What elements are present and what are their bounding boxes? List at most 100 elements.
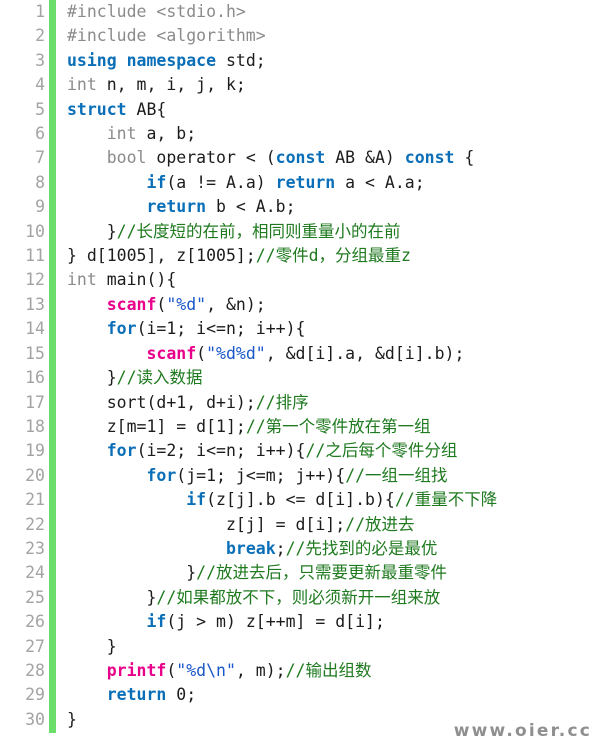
token-cmt: //如果都放不下，则必须新开一组来放 bbox=[156, 587, 441, 607]
line-content[interactable]: bool operator < (const AB &A) const { bbox=[56, 146, 604, 170]
line-content[interactable]: for(j=1; j<=m; j++){//一组一组找 bbox=[56, 464, 604, 488]
code-line: 1 #include <stdio.h> bbox=[0, 0, 604, 26]
token-plain: } bbox=[67, 709, 77, 729]
token-plain: ; bbox=[275, 538, 286, 558]
line-content[interactable]: #include <algorithm> bbox=[56, 24, 604, 48]
token-plain: z[j] = d[i]; bbox=[67, 514, 346, 534]
token-kw: const bbox=[404, 148, 455, 168]
token-type: int bbox=[106, 124, 137, 144]
code-line: 15 scanf("%d%d", &d[i].a, &d[i].b); bbox=[0, 340, 604, 368]
code-line: 28 printf("%d\n", m);//输出组数 bbox=[0, 657, 604, 685]
token-kw: struct bbox=[67, 99, 127, 119]
line-content[interactable]: for(i=2; i<=n; i++){//之后每个零件分组 bbox=[56, 439, 604, 463]
token-cmt: //重量不下降 bbox=[394, 490, 498, 510]
line-content[interactable]: if(j > m) z[++m] = d[i]; bbox=[56, 610, 604, 634]
line-content[interactable]: scanf("%d", &n); bbox=[56, 293, 604, 317]
line-number: 22 bbox=[0, 511, 56, 539]
line-number: 1 bbox=[0, 0, 56, 26]
token-cmt: //读入数据 bbox=[116, 368, 203, 388]
line-content[interactable]: } bbox=[56, 635, 604, 659]
code-line: 2 #include <algorithm> bbox=[0, 23, 604, 51]
code-line: 11} d[1005], z[1005];//零件d，分组最重z bbox=[0, 243, 604, 270]
line-content[interactable]: } d[1005], z[1005];//零件d，分组最重z bbox=[56, 244, 604, 268]
token-cmt: //先找到的必是最优 bbox=[285, 538, 438, 558]
token-kw: return bbox=[275, 172, 336, 192]
token-plain: } bbox=[67, 368, 117, 388]
code-line: 13 scanf("%d", &n); bbox=[0, 291, 604, 319]
line-content[interactable]: }//读入数据 bbox=[56, 366, 604, 390]
code-line: 10 }//长度短的在前，相同则重量小的在前 bbox=[0, 218, 604, 246]
token-plain: } bbox=[67, 636, 117, 656]
line-number: 15 bbox=[0, 340, 56, 368]
token-plain: ( bbox=[156, 294, 167, 314]
line-content[interactable]: int main(){ bbox=[56, 268, 604, 292]
token-plain: (i=1; i<=n; i++){ bbox=[136, 319, 306, 339]
code-line: 6 int a, b; bbox=[0, 121, 604, 148]
token-pre: #include <algorithm> bbox=[67, 26, 266, 46]
line-content[interactable]: return 0; bbox=[56, 683, 604, 707]
line-content[interactable]: struct AB{ bbox=[56, 98, 604, 122]
code-line: 12 int main(){ bbox=[0, 267, 604, 295]
code-line: 21 if(z[j].b <= d[i].b){//重量不下降 bbox=[0, 487, 604, 514]
token-plain: ( bbox=[166, 660, 177, 680]
line-number: 16 bbox=[0, 365, 56, 392]
code-line: 5 struct AB{ bbox=[0, 96, 604, 124]
code-line: 22 z[j] = d[i];//放进去 bbox=[0, 511, 604, 539]
site-watermark: www.oier.cc bbox=[453, 721, 592, 741]
line-number: 18 bbox=[0, 413, 56, 441]
line-number: 20 bbox=[0, 462, 56, 490]
token-plain: sort(d+1, d+i); bbox=[67, 392, 256, 412]
line-content[interactable]: }//如果都放不下，则必须新开一组来放 bbox=[56, 586, 604, 610]
line-number: 8 bbox=[0, 169, 56, 197]
line-content[interactable]: using namespace std; bbox=[56, 49, 604, 73]
line-number: 2 bbox=[0, 23, 56, 51]
token-plain: ( bbox=[196, 343, 207, 363]
line-content[interactable]: break;//先找到的必是最优 bbox=[56, 537, 604, 561]
line-content[interactable]: z[j] = d[i];//放进去 bbox=[56, 513, 604, 537]
token-cmt: //排序 bbox=[255, 392, 309, 412]
token-plain: 0; bbox=[166, 685, 197, 705]
code-line: 23 break;//先找到的必是最优 bbox=[0, 535, 604, 563]
token-cmt: //第一个零件放在第一组 bbox=[245, 416, 431, 436]
line-number: 29 bbox=[0, 682, 56, 710]
token-plain: } bbox=[67, 563, 197, 583]
line-content[interactable]: }//放进去后，只需要更新最重零件 bbox=[56, 561, 604, 585]
token-kw: for bbox=[106, 441, 137, 461]
token-cmt: //长度短的在前，相同则重量小的在前 bbox=[116, 221, 401, 241]
token-kw: for bbox=[146, 465, 177, 485]
token-plain: , &d[i].a, &d[i].b); bbox=[265, 343, 465, 363]
token-plain: (i=2; i<=n; i++){ bbox=[136, 441, 306, 461]
line-content[interactable]: #include <stdio.h> bbox=[56, 0, 604, 24]
line-content[interactable]: if(a != A.a) return a < A.a; bbox=[56, 171, 604, 195]
token-plain: (j > m) z[++m] = d[i]; bbox=[166, 612, 385, 632]
code-line: 26 if(j > m) z[++m] = d[i]; bbox=[0, 609, 604, 636]
token-plain: } bbox=[67, 221, 117, 241]
token-str: "%d\n" bbox=[176, 660, 236, 680]
token-kw: if bbox=[146, 612, 167, 632]
line-content[interactable]: printf("%d\n", m);//输出组数 bbox=[56, 659, 604, 683]
token-plain: } bbox=[67, 587, 157, 607]
line-content[interactable]: scanf("%d%d", &d[i].a, &d[i].b); bbox=[56, 342, 604, 366]
line-content[interactable]: return b < A.b; bbox=[56, 195, 604, 219]
token-kw: return bbox=[106, 685, 167, 705]
token-plain: z[m=1] = d[1]; bbox=[67, 416, 246, 436]
line-content[interactable]: z[m=1] = d[1];//第一个零件放在第一组 bbox=[56, 415, 604, 439]
line-content[interactable]: if(z[j].b <= d[i].b){//重量不下降 bbox=[56, 488, 604, 512]
token-plain: a < A.a; bbox=[335, 172, 425, 192]
line-content[interactable]: }//长度短的在前，相同则重量小的在前 bbox=[56, 220, 604, 244]
line-content[interactable]: sort(d+1, d+i);//排序 bbox=[56, 391, 604, 415]
line-content[interactable]: for(i=1; i<=n; i++){ bbox=[56, 317, 604, 341]
line-content[interactable]: int a, b; bbox=[56, 122, 604, 146]
token-plain: , m); bbox=[235, 660, 286, 680]
line-number: 6 bbox=[0, 121, 56, 148]
line-content[interactable]: int n, m, i, j, k; bbox=[56, 73, 604, 97]
token-plain: } d[1005], z[1005]; bbox=[67, 246, 256, 266]
line-number: 10 bbox=[0, 218, 56, 246]
